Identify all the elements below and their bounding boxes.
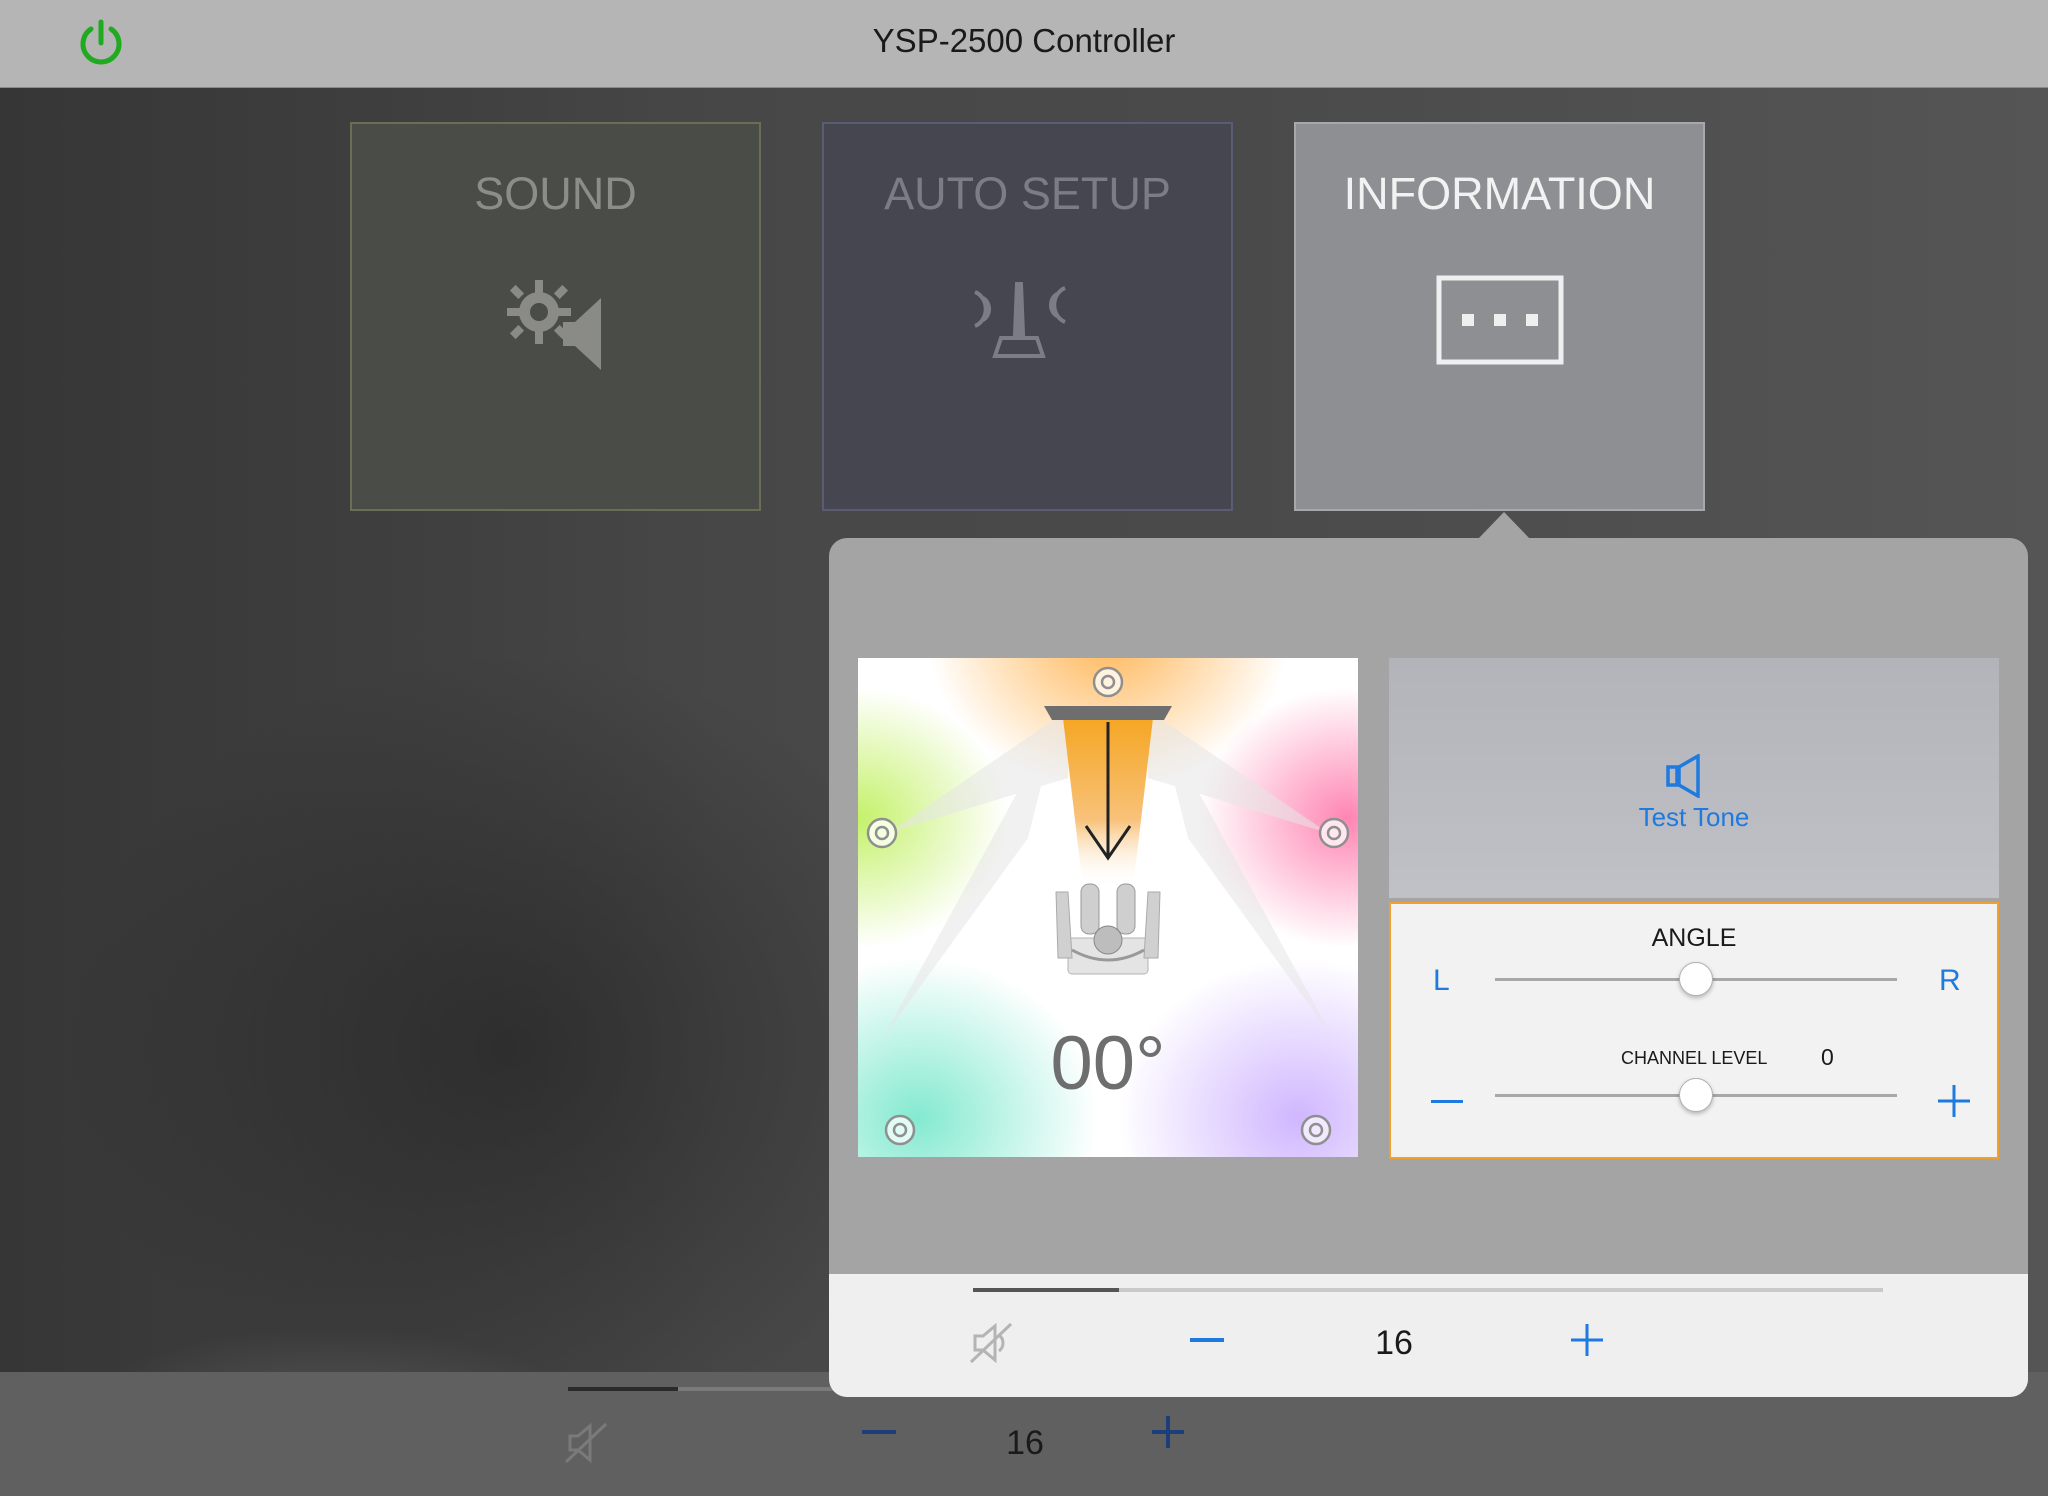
mute-icon[interactable]: [562, 1418, 612, 1468]
popover-volume-track[interactable]: [973, 1288, 1883, 1292]
channel-level-title: CHANNEL LEVEL: [1621, 1048, 1768, 1068]
speaker-right: [1318, 817, 1350, 849]
information-tile[interactable]: INFORMATION: [1294, 122, 1705, 511]
auto-setup-tile[interactable]: AUTO SETUP: [822, 122, 1233, 511]
title-bar: YSP-2500 Controller: [0, 0, 2048, 88]
popover-volume-up-button[interactable]: [1569, 1322, 1605, 1358]
speaker-surround-right: [1300, 1114, 1332, 1146]
information-popover: 00° Test Tone ANGLE L R CHANNEL LEVEL 0: [829, 538, 2028, 1397]
angle-right-label: R: [1939, 964, 1961, 997]
auto-setup-tile-label: AUTO SETUP: [884, 168, 1171, 219]
angle-channel-panel: ANGLE L R CHANNEL LEVEL 0: [1389, 902, 1999, 1159]
popover-volume-down-button[interactable]: [1190, 1338, 1224, 1342]
angle-left-label: L: [1433, 964, 1450, 997]
test-tone-button[interactable]: Test Tone: [1389, 658, 1999, 898]
speaker-front: [1092, 666, 1124, 698]
speaker-icon: [1666, 754, 1700, 798]
popover-volume-fill: [973, 1288, 1119, 1292]
mute-icon[interactable]: [967, 1318, 1017, 1368]
microphone-icon: [973, 282, 1066, 358]
channel-level-slider-knob[interactable]: [1679, 1078, 1713, 1112]
test-tone-label: Test Tone: [1638, 802, 1750, 832]
angle-title: ANGLE: [1651, 924, 1737, 952]
angle-readout: 00°: [1050, 1021, 1166, 1106]
channel-level-down-button[interactable]: [1431, 1100, 1463, 1103]
speaker-field: 00°: [858, 658, 1358, 1157]
volume-down-button[interactable]: [862, 1430, 896, 1434]
channel-level-up-button[interactable]: [1937, 1084, 1971, 1118]
angle-slider-knob[interactable]: [1679, 962, 1713, 996]
information-tile-label: INFORMATION: [1343, 168, 1656, 219]
volume-up-button[interactable]: [1150, 1414, 1186, 1450]
page-title: YSP-2500 Controller: [872, 22, 1176, 59]
channel-level-slider[interactable]: [1495, 1078, 1897, 1112]
speaker-left: [866, 817, 898, 849]
popover-arrow: [1478, 512, 1530, 539]
gear-speaker-icon: [506, 280, 601, 370]
sound-tile-label: SOUND: [474, 168, 637, 219]
listener-icon: [1055, 883, 1161, 975]
popover-volume-bar: 16: [829, 1274, 2028, 1397]
channel-level-value: 0: [1821, 1044, 1834, 1070]
speaker-surround-left: [884, 1114, 916, 1146]
volume-value: 16: [1006, 1424, 1044, 1462]
volume-bar-fill: [568, 1387, 678, 1391]
angle-slider[interactable]: [1495, 962, 1897, 996]
popover-volume-value: 16: [1375, 1324, 1413, 1362]
info-dots-icon: [1436, 275, 1563, 365]
sound-tile[interactable]: SOUND: [350, 122, 761, 511]
